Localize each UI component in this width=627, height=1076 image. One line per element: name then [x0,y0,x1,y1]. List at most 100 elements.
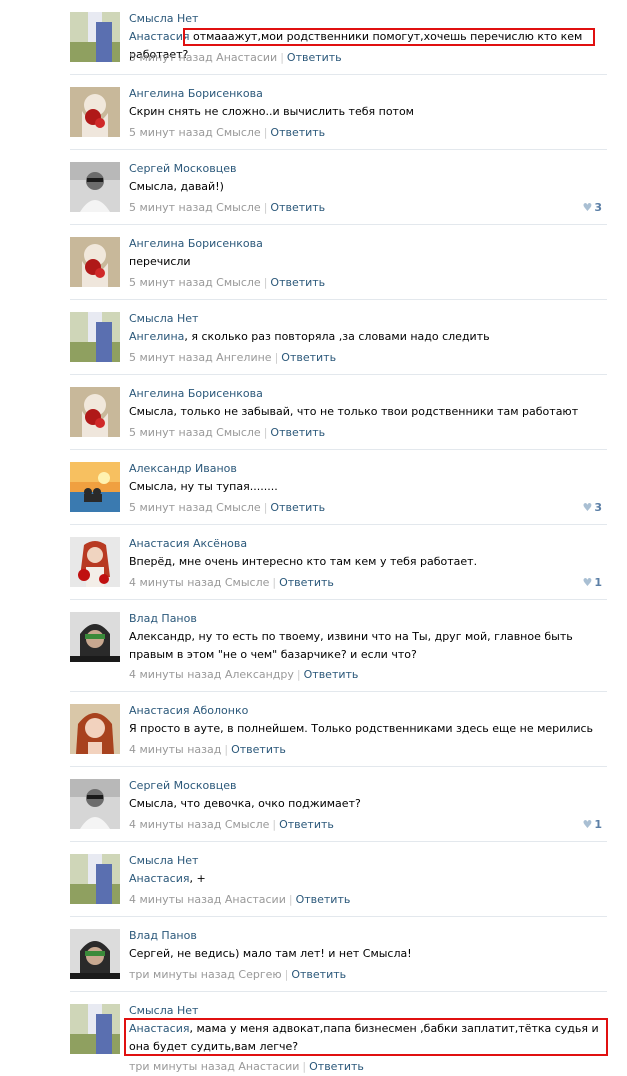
comment-author[interactable]: Ангелина Борисенкова [129,87,263,100]
reply-link[interactable]: Ответить [291,968,346,981]
reply-link[interactable]: Ответить [281,351,336,364]
comment-author[interactable]: Александр Иванов [129,462,237,475]
divider [70,766,607,767]
reply-link[interactable]: Ответить [309,1060,364,1073]
avatar[interactable] [70,779,120,829]
divider [70,224,607,225]
comment-body: Скрин снять не сложно..и вычислить тебя … [129,105,414,118]
comment-time[interactable]: 5 минут назад Ангелине [129,351,272,364]
avatar[interactable] [70,537,120,587]
reply-link[interactable]: Ответить [304,668,359,681]
comment-time[interactable]: 4 минуты назад Смысле [129,576,269,589]
heart-icon: ♥ [582,818,593,831]
comment-time[interactable]: 4 минуты назад [129,743,221,756]
comment-time[interactable]: 5 минут назад Смысле [129,276,261,289]
like-button[interactable]: ♥ 3 [582,501,602,514]
comment-mention[interactable]: Анастасия [129,30,189,43]
heart-icon: ♥ [582,501,593,514]
comment-meta: 5 минут назад Смысле | Ответить [129,276,326,289]
comment-author[interactable]: Анастасия Аболонко [129,704,248,717]
comment-meta: три минуты назад Анастасии | Ответить [129,1060,364,1073]
like-button[interactable]: ♥ 3 [582,201,602,214]
comment-body: Смысла, ну ты тупая........ [129,480,278,493]
comment-time[interactable]: 4 минуты назад Смысле [129,818,269,831]
divider [70,74,607,75]
like-button[interactable]: ♥ 1 [582,576,602,589]
avatar[interactable] [70,462,120,512]
comment-author[interactable]: Смысла Нет [129,312,198,325]
comment-time[interactable]: 4 минуты назад Александру [129,668,294,681]
divider [70,991,607,992]
highlight-box [183,28,595,46]
comment-mention[interactable]: Ангелина [129,330,184,343]
reply-link[interactable]: Ответить [287,51,342,64]
comments-feed: Смысла Нет Анастасия отмааажут,мои родст… [0,0,627,1076]
divider [70,299,607,300]
comment-text: Вперёд, мне очень интересно кто там кем … [129,553,609,571]
comment-time[interactable]: три минуты назад Сергею [129,968,282,981]
reply-link[interactable]: Ответить [270,126,325,139]
comment-time[interactable]: 5 минут назад Смысле [129,426,261,439]
comment-text: Смысла, давай!) [129,178,609,196]
comment-time[interactable]: 5 минут назад Смысле [129,126,261,139]
comment-meta: три минуты назад Сергею | Ответить [129,968,347,981]
comment-text: Сергей, не ведись) мало там лет! и нет С… [129,945,609,963]
comment-meta: 5 минут назад Смысле | Ответить [129,126,326,139]
comment-body: , я сколько раз повторяла ,за словами на… [184,330,490,343]
avatar[interactable] [70,387,120,437]
comment-meta: 4 минуты назад Александру | Ответить [129,668,359,681]
comment-time[interactable]: 5 минут назад Анастасии [129,51,277,64]
like-count: 1 [594,818,602,831]
comment-body: , + [189,872,206,885]
comment-meta: 5 минут назад Смысле | Ответить [129,426,326,439]
highlight-box [124,1018,608,1056]
reply-link[interactable]: Ответить [296,893,351,906]
comment-text: Скрин снять не сложно..и вычислить тебя … [129,103,609,121]
comment-meta: 4 минуты назад Смысле | Ответить [129,818,334,831]
comment-time[interactable]: три минуты назад Анастасии [129,1060,299,1073]
comment-author[interactable]: Влад Панов [129,612,197,625]
avatar[interactable] [70,612,120,662]
divider [70,374,607,375]
comment-author[interactable]: Влад Панов [129,929,197,942]
comment-body: Смысла, давай!) [129,180,224,193]
avatar[interactable] [70,704,120,754]
comment-mention[interactable]: Анастасия [129,872,189,885]
reply-link[interactable]: Ответить [279,576,334,589]
reply-link[interactable]: Ответить [270,426,325,439]
comment-author[interactable]: Анастасия Аксёнова [129,537,247,550]
comment-author[interactable]: Ангелина Борисенкова [129,237,263,250]
comment-body: Сергей, не ведись) мало там лет! и нет С… [129,947,412,960]
comment-time[interactable]: 4 минуты назад Анастасии [129,893,286,906]
comment-author[interactable]: Смысла Нет [129,854,198,867]
comment-author[interactable]: Сергей Московцев [129,162,237,175]
like-button[interactable]: ♥ 1 [582,818,602,831]
comment-body: Вперёд, мне очень интересно кто там кем … [129,555,478,568]
avatar[interactable] [70,237,120,287]
avatar[interactable] [70,12,120,62]
reply-link[interactable]: Ответить [270,201,325,214]
comment-author[interactable]: Смысла Нет [129,1004,198,1017]
avatar[interactable] [70,854,120,904]
comment-time[interactable]: 5 минут назад Смысле [129,201,261,214]
comment-author[interactable]: Сергей Московцев [129,779,237,792]
avatar[interactable] [70,1004,120,1054]
comment-text: Анастасия, + [129,870,609,888]
like-count: 3 [594,201,602,214]
avatar[interactable] [70,162,120,212]
comment-text: Смысла, что девочка, очко поджимает? [129,795,609,813]
avatar[interactable] [70,929,120,979]
comment-time[interactable]: 5 минут назад Смысле [129,501,261,514]
avatar[interactable] [70,312,120,362]
comment-author[interactable]: Смысла Нет [129,12,198,25]
heart-icon: ♥ [582,576,593,589]
reply-link[interactable]: Ответить [270,276,325,289]
comment-author[interactable]: Ангелина Борисенкова [129,387,263,400]
reply-link[interactable]: Ответить [279,818,334,831]
avatar[interactable] [70,87,120,137]
reply-link[interactable]: Ответить [231,743,286,756]
comment-meta: 5 минут назад Смысле | Ответить [129,501,326,514]
comment-text: перечисли [129,253,609,271]
reply-link[interactable]: Ответить [270,501,325,514]
comment-text: Смысла, только не забывай, что не только… [129,403,609,421]
